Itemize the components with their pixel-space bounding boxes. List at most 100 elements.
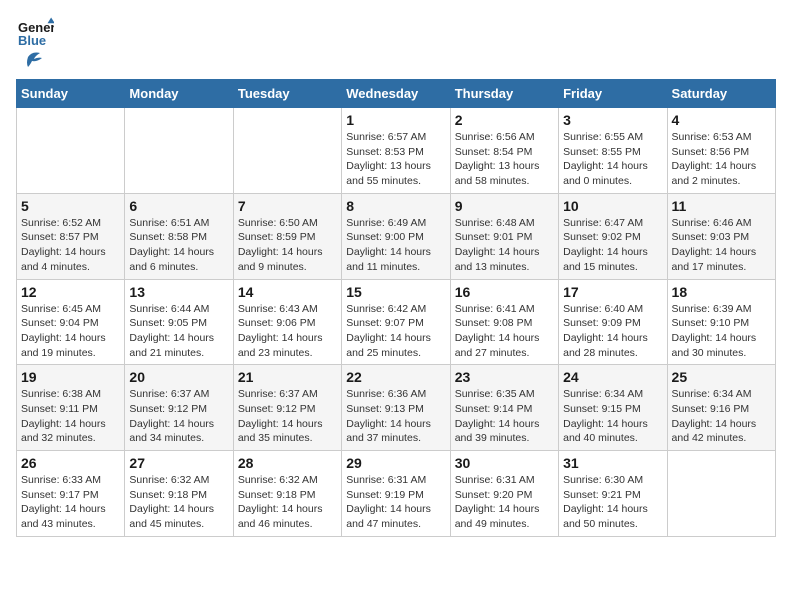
calendar-day-cell: 6Sunrise: 6:51 AM Sunset: 8:58 PM Daylig… xyxy=(125,193,233,279)
logo: General Blue xyxy=(16,16,54,71)
day-number: 22 xyxy=(346,369,445,385)
day-number: 4 xyxy=(672,112,771,128)
day-number: 13 xyxy=(129,284,228,300)
calendar-week-row: 12 Sunrise: 6:45 AM Sunset: 9:04 PM Dayli… xyxy=(17,279,776,365)
day-info: Sunrise: 6:50 AM Sunset: 8:59 PM Dayligh… xyxy=(238,216,337,275)
day-number: 9 xyxy=(455,198,554,214)
day-info: Sunrise: 6:34 AM Sunset: 9:16 PM Dayligh… xyxy=(672,387,771,446)
day-info: Sunrise: 6:37 AM Sunset: 9:12 PM Dayligh… xyxy=(129,387,228,446)
calendar-day-cell: 17 Sunrise: 6:40 AM Sunset: 9:09 PM Dayli… xyxy=(559,279,667,365)
day-info: Sunrise: 6:32 AM Sunset: 9:18 PM Dayligh… xyxy=(238,473,337,532)
day-number: 23 xyxy=(455,369,554,385)
calendar-day-cell: 21 Sunrise: 6:37 AM Sunset: 9:12 PM Dayli… xyxy=(233,365,341,451)
day-info: Sunrise: 6:43 AM Sunset: 9:06 PM Dayligh… xyxy=(238,302,337,361)
day-info: Sunrise: 6:39 AM Sunset: 9:10 PM Dayligh… xyxy=(672,302,771,361)
day-number: 16 xyxy=(455,284,554,300)
calendar-day-cell: 3Sunrise: 6:55 AM Sunset: 8:55 PM Daylig… xyxy=(559,108,667,194)
day-number: 30 xyxy=(455,455,554,471)
day-number: 19 xyxy=(21,369,120,385)
calendar-header-row: SundayMondayTuesdayWednesdayThursdayFrid… xyxy=(17,80,776,108)
day-info: Sunrise: 6:52 AM Sunset: 8:57 PM Dayligh… xyxy=(21,216,120,275)
day-of-week-header: Thursday xyxy=(450,80,558,108)
calendar-day-cell: 7 Sunrise: 6:50 AM Sunset: 8:59 PM Daylig… xyxy=(233,193,341,279)
calendar-day-cell: 16 Sunrise: 6:41 AM Sunset: 9:08 PM Dayli… xyxy=(450,279,558,365)
calendar-day-cell: 15 Sunrise: 6:42 AM Sunset: 9:07 PM Dayli… xyxy=(342,279,450,365)
calendar-day-cell xyxy=(233,108,341,194)
svg-text:Blue: Blue xyxy=(18,33,46,48)
day-number: 31 xyxy=(563,455,662,471)
day-number: 8 xyxy=(346,198,445,214)
day-number: 2 xyxy=(455,112,554,128)
day-info: Sunrise: 6:57 AM Sunset: 8:53 PM Dayligh… xyxy=(346,130,445,189)
day-of-week-header: Sunday xyxy=(17,80,125,108)
day-of-week-header: Tuesday xyxy=(233,80,341,108)
calendar-day-cell: 4 Sunrise: 6:53 AM Sunset: 8:56 PM Daylig… xyxy=(667,108,775,194)
day-info: Sunrise: 6:56 AM Sunset: 8:54 PM Dayligh… xyxy=(455,130,554,189)
day-info: Sunrise: 6:40 AM Sunset: 9:09 PM Dayligh… xyxy=(563,302,662,361)
day-number: 15 xyxy=(346,284,445,300)
day-of-week-header: Saturday xyxy=(667,80,775,108)
calendar-day-cell: 5 Sunrise: 6:52 AM Sunset: 8:57 PM Daylig… xyxy=(17,193,125,279)
day-info: Sunrise: 6:34 AM Sunset: 9:15 PM Dayligh… xyxy=(563,387,662,446)
day-info: Sunrise: 6:45 AM Sunset: 9:04 PM Dayligh… xyxy=(21,302,120,361)
calendar-day-cell: 18 Sunrise: 6:39 AM Sunset: 9:10 PM Dayli… xyxy=(667,279,775,365)
calendar-day-cell xyxy=(667,451,775,537)
calendar-day-cell xyxy=(125,108,233,194)
day-number: 25 xyxy=(672,369,771,385)
calendar-day-cell: 19 Sunrise: 6:38 AM Sunset: 9:11 PM Dayli… xyxy=(17,365,125,451)
calendar-day-cell: 1 Sunrise: 6:57 AM Sunset: 8:53 PM Daylig… xyxy=(342,108,450,194)
calendar-day-cell: 25 Sunrise: 6:34 AM Sunset: 9:16 PM Dayli… xyxy=(667,365,775,451)
day-number: 5 xyxy=(21,198,120,214)
calendar-week-row: 1 Sunrise: 6:57 AM Sunset: 8:53 PM Daylig… xyxy=(17,108,776,194)
day-info: Sunrise: 6:46 AM Sunset: 9:03 PM Dayligh… xyxy=(672,216,771,275)
calendar-day-cell: 8Sunrise: 6:49 AM Sunset: 9:00 PM Daylig… xyxy=(342,193,450,279)
calendar-week-row: 26Sunrise: 6:33 AM Sunset: 9:17 PM Dayli… xyxy=(17,451,776,537)
day-number: 26 xyxy=(21,455,120,471)
day-info: Sunrise: 6:42 AM Sunset: 9:07 PM Dayligh… xyxy=(346,302,445,361)
day-info: Sunrise: 6:38 AM Sunset: 9:11 PM Dayligh… xyxy=(21,387,120,446)
calendar-day-cell xyxy=(17,108,125,194)
day-of-week-header: Friday xyxy=(559,80,667,108)
calendar-day-cell: 24 Sunrise: 6:34 AM Sunset: 9:15 PM Dayli… xyxy=(559,365,667,451)
day-number: 29 xyxy=(346,455,445,471)
day-number: 27 xyxy=(129,455,228,471)
calendar-day-cell: 28 Sunrise: 6:32 AM Sunset: 9:18 PM Dayli… xyxy=(233,451,341,537)
calendar-day-cell: 10Sunrise: 6:47 AM Sunset: 9:02 PM Dayli… xyxy=(559,193,667,279)
page-header: General Blue xyxy=(16,16,776,71)
day-info: Sunrise: 6:41 AM Sunset: 9:08 PM Dayligh… xyxy=(455,302,554,361)
day-info: Sunrise: 6:47 AM Sunset: 9:02 PM Dayligh… xyxy=(563,216,662,275)
day-info: Sunrise: 6:31 AM Sunset: 9:20 PM Dayligh… xyxy=(455,473,554,532)
day-number: 21 xyxy=(238,369,337,385)
day-info: Sunrise: 6:31 AM Sunset: 9:19 PM Dayligh… xyxy=(346,473,445,532)
calendar-day-cell: 30 Sunrise: 6:31 AM Sunset: 9:20 PM Dayli… xyxy=(450,451,558,537)
day-number: 12 xyxy=(21,284,120,300)
calendar-day-cell: 26Sunrise: 6:33 AM Sunset: 9:17 PM Dayli… xyxy=(17,451,125,537)
day-number: 11 xyxy=(672,198,771,214)
day-info: Sunrise: 6:30 AM Sunset: 9:21 PM Dayligh… xyxy=(563,473,662,532)
day-number: 17 xyxy=(563,284,662,300)
calendar-day-cell: 11 Sunrise: 6:46 AM Sunset: 9:03 PM Dayli… xyxy=(667,193,775,279)
day-number: 18 xyxy=(672,284,771,300)
day-number: 20 xyxy=(129,369,228,385)
day-of-week-header: Wednesday xyxy=(342,80,450,108)
day-info: Sunrise: 6:37 AM Sunset: 9:12 PM Dayligh… xyxy=(238,387,337,446)
calendar-day-cell: 23Sunrise: 6:35 AM Sunset: 9:14 PM Dayli… xyxy=(450,365,558,451)
day-info: Sunrise: 6:32 AM Sunset: 9:18 PM Dayligh… xyxy=(129,473,228,532)
calendar-day-cell: 14Sunrise: 6:43 AM Sunset: 9:06 PM Dayli… xyxy=(233,279,341,365)
logo-bird-icon xyxy=(20,49,42,71)
calendar-week-row: 19 Sunrise: 6:38 AM Sunset: 9:11 PM Dayli… xyxy=(17,365,776,451)
calendar-day-cell: 27 Sunrise: 6:32 AM Sunset: 9:18 PM Dayli… xyxy=(125,451,233,537)
calendar-day-cell: 20 Sunrise: 6:37 AM Sunset: 9:12 PM Dayli… xyxy=(125,365,233,451)
day-info: Sunrise: 6:53 AM Sunset: 8:56 PM Dayligh… xyxy=(672,130,771,189)
calendar-week-row: 5 Sunrise: 6:52 AM Sunset: 8:57 PM Daylig… xyxy=(17,193,776,279)
day-number: 24 xyxy=(563,369,662,385)
day-number: 1 xyxy=(346,112,445,128)
day-info: Sunrise: 6:36 AM Sunset: 9:13 PM Dayligh… xyxy=(346,387,445,446)
day-number: 7 xyxy=(238,198,337,214)
calendar-day-cell: 12 Sunrise: 6:45 AM Sunset: 9:04 PM Dayli… xyxy=(17,279,125,365)
calendar-day-cell: 31 Sunrise: 6:30 AM Sunset: 9:21 PM Dayli… xyxy=(559,451,667,537)
calendar-day-cell: 13Sunrise: 6:44 AM Sunset: 9:05 PM Dayli… xyxy=(125,279,233,365)
logo-icon: General Blue xyxy=(18,16,54,52)
day-number: 28 xyxy=(238,455,337,471)
day-of-week-header: Monday xyxy=(125,80,233,108)
